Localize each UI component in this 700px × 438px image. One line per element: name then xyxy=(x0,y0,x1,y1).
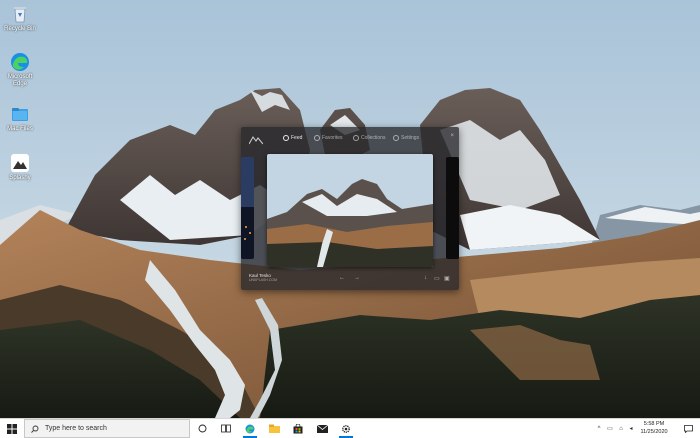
download-icon[interactable]: ↓ xyxy=(424,275,427,281)
search-icon xyxy=(31,425,39,433)
nav-settings[interactable]: Settings xyxy=(393,133,419,143)
collections-icon xyxy=(353,135,359,141)
nav-collections-label: Collections xyxy=(361,135,386,141)
nav-favorites-label: Favorites xyxy=(322,135,343,141)
task-view-icon xyxy=(198,424,206,433)
close-icon[interactable]: × xyxy=(450,133,454,139)
start-button[interactable] xyxy=(0,419,24,438)
folder-icon xyxy=(10,104,30,124)
nav-feed-label: Feed xyxy=(291,135,303,141)
taskbar-file-explorer[interactable] xyxy=(263,419,285,438)
settings-icon xyxy=(342,424,350,433)
nav-feed[interactable]: Feed xyxy=(283,133,302,143)
desktop-icon-label: Microsoft Edge xyxy=(7,74,33,87)
taskbar-clock[interactable]: 5:58 PM 11/25/2020 xyxy=(632,420,676,436)
splashy-icon xyxy=(10,153,30,173)
file-explorer-icon xyxy=(268,424,280,433)
tray-pc-icon[interactable]: ▭ xyxy=(605,419,615,438)
screen-icon[interactable]: ▭ xyxy=(434,275,440,282)
photo-preview[interactable] xyxy=(267,154,433,267)
cortana-icon xyxy=(221,424,231,433)
search-placeholder: Type here to search xyxy=(45,425,107,432)
taskbar-edge-browser[interactable] xyxy=(239,419,261,438)
edge-icon xyxy=(10,52,30,72)
windows-logo-icon xyxy=(7,423,17,434)
desktop-icon-label: Mac Files xyxy=(7,126,33,132)
taskbar-store[interactable] xyxy=(287,419,309,438)
splashy-nav: Feed Favorites Collections Settings × xyxy=(241,127,459,149)
previous-photo-thumbnail[interactable] xyxy=(241,157,254,259)
desktop-icon-recycle-bin[interactable]: Recycle Bin xyxy=(0,4,40,33)
notification-icon xyxy=(683,424,693,433)
desktop-icon-label: Splashy xyxy=(9,175,31,181)
arrow-right-icon[interactable]: → xyxy=(354,275,360,281)
splashy-window[interactable]: Feed Favorites Collections Settings × Ka… xyxy=(241,127,459,290)
tray-chevron-up-icon[interactable]: ^ xyxy=(594,419,604,438)
taskbar-search-box[interactable]: Type here to search xyxy=(24,419,190,438)
taskbar-settings[interactable] xyxy=(335,419,357,438)
clock-date: 11/25/2020 xyxy=(640,429,668,435)
desktop-icon-splashy[interactable]: Splashy xyxy=(0,153,40,182)
tray-network-icon[interactable]: ⌂ xyxy=(616,419,626,438)
desktop-icon-edge[interactable]: Microsoft Edge xyxy=(0,52,40,88)
task-view-button[interactable] xyxy=(191,419,213,438)
clock-time: 5:58 PM xyxy=(643,421,665,427)
edge-icon xyxy=(245,424,255,433)
recycle-bin-icon xyxy=(10,4,30,24)
taskbar-mail[interactable] xyxy=(311,419,333,438)
desktop-icon-mac-files[interactable]: Mac Files xyxy=(0,104,40,133)
nav-settings-label: Settings xyxy=(401,135,420,141)
store-icon xyxy=(293,423,303,433)
notification-center-button[interactable] xyxy=(680,419,696,438)
mail-icon xyxy=(316,424,328,433)
arrow-left-icon[interactable]: ← xyxy=(339,275,345,281)
splashy-logo-icon xyxy=(248,132,264,150)
gear-icon xyxy=(393,135,399,141)
next-photo-thumbnail[interactable] xyxy=(446,157,459,259)
desktop-icon-label: Recycle Bin xyxy=(4,26,36,32)
nav-collections[interactable]: Collections xyxy=(353,133,385,143)
nav-favorites[interactable]: Favorites xyxy=(314,133,343,143)
taskbar: Type here to search ^ ▭ ⌂ ◂ 5:58 PM 11/2… xyxy=(0,418,700,438)
monitor-icon[interactable]: ▣ xyxy=(444,275,450,282)
taskbar-edge[interactable] xyxy=(215,419,237,438)
heart-icon xyxy=(314,135,320,141)
home-icon xyxy=(283,135,289,141)
photo-author[interactable]: Kaul Tesko UNSPLASH.COM xyxy=(249,273,277,283)
photo-source: UNSPLASH.COM xyxy=(249,278,278,282)
